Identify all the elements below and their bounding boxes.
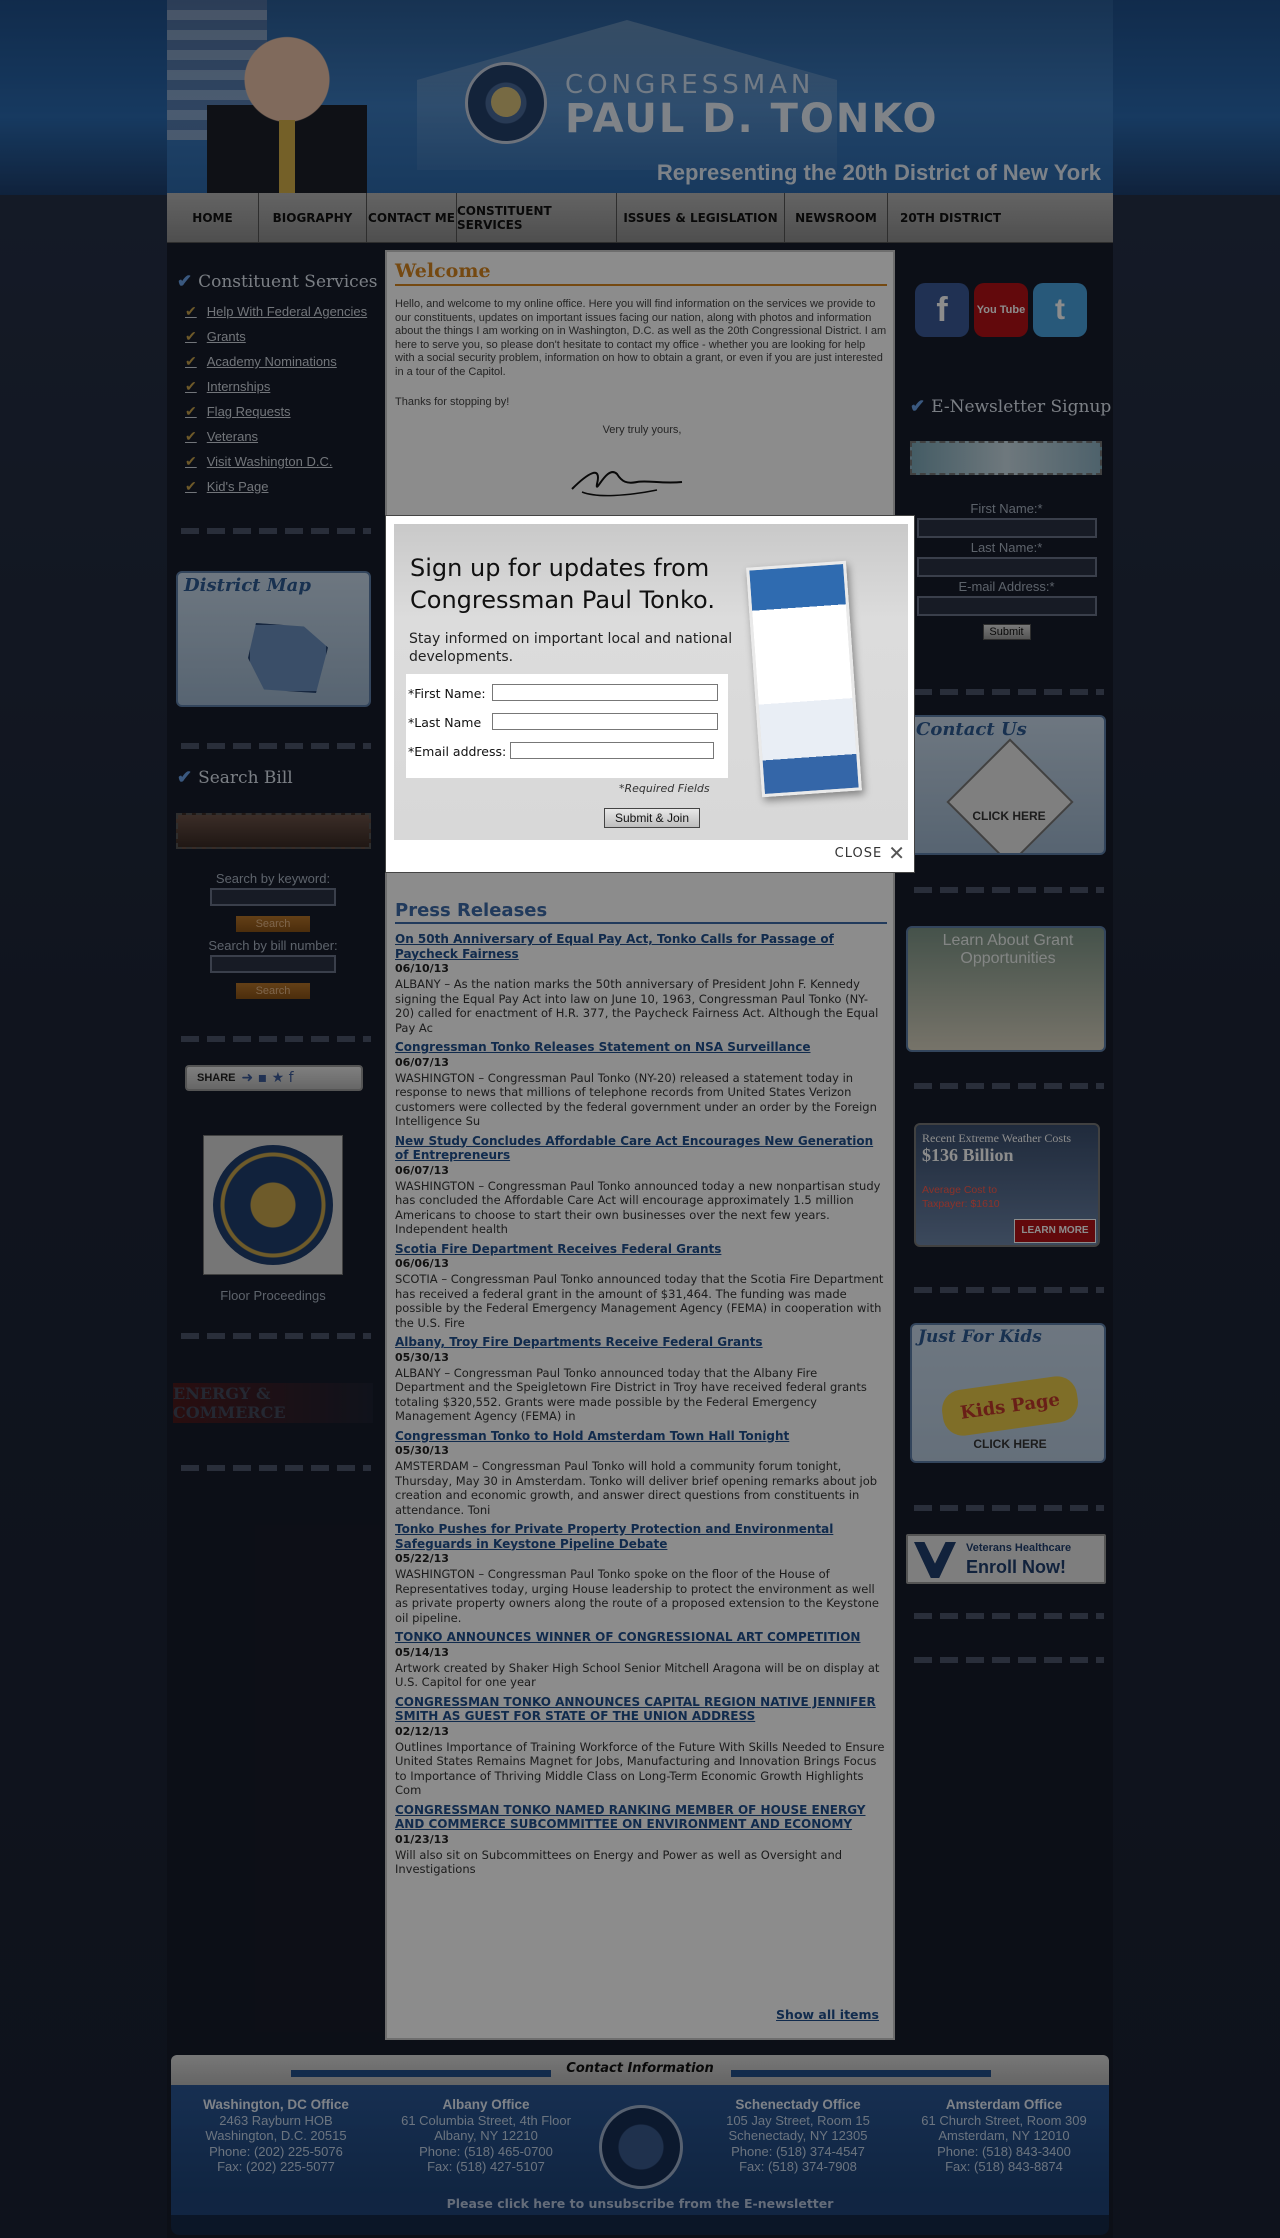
modal-overlay[interactable]: Sign up for updates from Congressman Pau… <box>0 0 1280 2238</box>
modal-close-button[interactable]: CLOSE ✕ <box>835 841 906 865</box>
close-icon: ✕ <box>888 841 906 865</box>
signup-modal-content: Sign up for updates from Congressman Pau… <box>394 524 908 840</box>
modal-title: Sign up for updates from Congressman Pau… <box>410 554 715 614</box>
modal-last-name-input[interactable] <box>492 713 718 730</box>
modal-email-label: *Email address: <box>408 744 507 759</box>
modal-submit-button[interactable]: Submit & Join <box>604 808 700 828</box>
signup-modal: Sign up for updates from Congressman Pau… <box>385 515 915 873</box>
modal-first-name-label: *First Name: <box>408 686 486 701</box>
modal-email-input[interactable] <box>510 742 714 759</box>
modal-first-name-input[interactable] <box>492 684 718 701</box>
required-fields-note: *Required Fields <box>619 782 710 795</box>
newsletter-preview-image <box>746 560 862 798</box>
modal-subtitle: Stay informed on important local and nat… <box>409 631 733 665</box>
modal-signup-form: *First Name: *Last Name *Email address: <box>406 674 728 778</box>
modal-last-name-label: *Last Name <box>408 715 482 730</box>
